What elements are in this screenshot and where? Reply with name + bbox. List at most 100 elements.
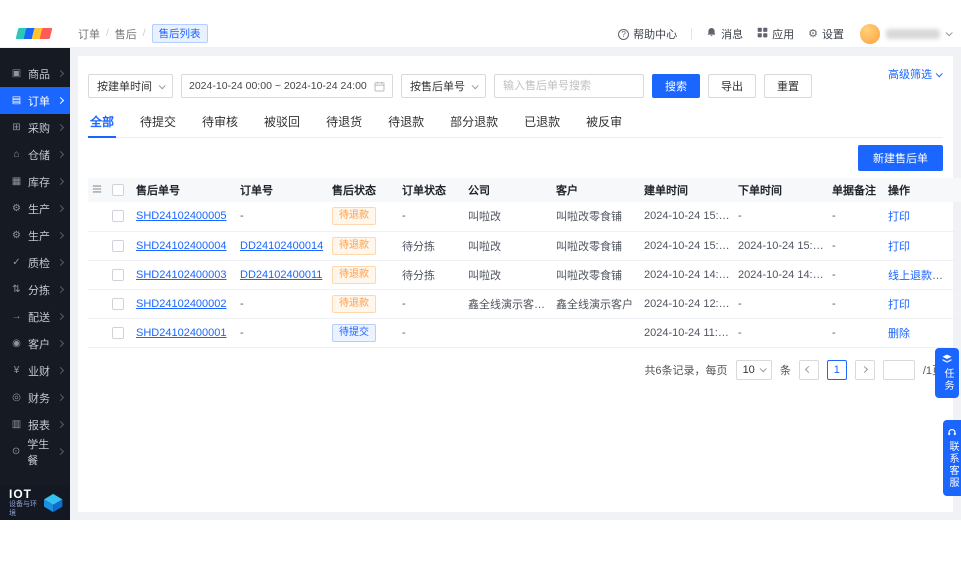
tab-待审核[interactable]: 待审核 bbox=[200, 108, 240, 137]
sidebar-item-财务[interactable]: ◎ 财务 bbox=[0, 384, 70, 411]
filter-bar: 按建单时间 2024-10-24 00:00 ~ 2024-10-24 24:0… bbox=[88, 56, 943, 98]
op-线上退款-link[interactable]: 线上退款 bbox=[888, 270, 932, 282]
order-number-link[interactable]: DD24102400014 bbox=[240, 240, 323, 252]
aftersale-number-link[interactable]: SHD24102400003 bbox=[136, 269, 227, 281]
iot-title: IOT bbox=[9, 487, 32, 501]
layers-icon bbox=[942, 354, 952, 363]
column-header-单据备注: 单据备注 bbox=[828, 178, 884, 202]
column-header-操作: 操作 bbox=[884, 178, 961, 202]
sidebar-item-订单[interactable]: ▤ 订单 bbox=[0, 87, 70, 114]
row-checkbox[interactable] bbox=[112, 210, 124, 223]
table-head: 售后单号 订单号 售后状态 订单状态 公司 客户 建单时间 下单时间 单据备注 操作 bbox=[88, 178, 961, 202]
export-button[interactable]: 导出 bbox=[708, 74, 756, 98]
aftersale-number-link[interactable]: SHD24102400005 bbox=[136, 210, 227, 222]
page-size-select[interactable]: 10 bbox=[735, 359, 772, 380]
table-row: SHD24102400004 DD24102400014 待退款 待分拣 叫啦改 叫啦改零… bbox=[88, 231, 961, 261]
customer-cell bbox=[552, 318, 640, 348]
op-打印-link[interactable]: 打印 bbox=[888, 211, 910, 223]
sidebar-item-客户[interactable]: ◉ 客户 bbox=[0, 330, 70, 357]
sidebar-item-质检[interactable]: ✓ 质检 bbox=[0, 249, 70, 276]
table-row: SHD24102400002- 待退款 - 鑫全线演示客户1 鑫全线演示客户 2024-1… bbox=[88, 289, 961, 319]
aftersale-number-link[interactable]: SHD24102400002 bbox=[136, 298, 227, 310]
customer-service-button[interactable]: 联系客服 bbox=[943, 420, 961, 496]
new-aftersale-button[interactable]: 新建售后单 bbox=[858, 145, 943, 171]
chevron-right-icon bbox=[56, 231, 65, 240]
tab-部分退款[interactable]: 部分退款 bbox=[448, 108, 500, 137]
produce2-icon: ⚙ bbox=[12, 230, 21, 241]
next-page-button[interactable] bbox=[854, 359, 875, 380]
help-icon: ? bbox=[618, 28, 630, 40]
prev-page-button[interactable] bbox=[798, 359, 819, 380]
column-header-公司: 公司 bbox=[464, 178, 552, 202]
delivery-icon: → bbox=[11, 311, 22, 322]
table-settings-icon[interactable] bbox=[92, 184, 102, 194]
number-field-select[interactable]: 按售后单号 bbox=[401, 74, 486, 98]
order-no-cell: DD24102400014 bbox=[236, 231, 328, 261]
order-time-cell: 2024-10-24 14:21 bbox=[734, 260, 828, 290]
date-range-input[interactable]: 2024-10-24 00:00 ~ 2024-10-24 24:00 bbox=[181, 74, 393, 98]
tab-被反审[interactable]: 被反审 bbox=[584, 108, 624, 137]
tab-待提交[interactable]: 待提交 bbox=[138, 108, 178, 137]
sidebar-item-学生餐[interactable]: ⊙ 学生餐 bbox=[0, 438, 70, 467]
gear-icon: ⚙ bbox=[808, 27, 818, 40]
report-icon: ▥ bbox=[11, 419, 22, 430]
aftersale-number-link[interactable]: SHD24102400004 bbox=[136, 240, 227, 252]
topbar-action-消息[interactable]: 消息 bbox=[706, 26, 743, 42]
op-删除-link[interactable]: 删除 bbox=[888, 328, 910, 340]
sidebar-item-配送[interactable]: → 配送 bbox=[0, 303, 70, 330]
sidebar-item-库存[interactable]: ▦ 库存 bbox=[0, 168, 70, 195]
op-打印-link[interactable]: 打印 bbox=[888, 241, 910, 253]
breadcrumb-item-2[interactable]: 售后 bbox=[115, 26, 137, 42]
row-checkbox[interactable] bbox=[112, 326, 124, 339]
sidebar-item-商品[interactable]: ▣ 商品 bbox=[0, 60, 70, 87]
actions-cell: 打印 bbox=[884, 289, 961, 319]
actions-cell: 打印 bbox=[884, 202, 961, 232]
time-field-select[interactable]: 按建单时间 bbox=[88, 74, 173, 98]
task-float-button[interactable]: 任务 bbox=[935, 348, 959, 398]
sidebar-item-仓储[interactable]: ⌂ 仓储 bbox=[0, 141, 70, 168]
aftersales-card: 高级筛选 按建单时间 2024-10-24 00:00 ~ 2024-10-24… bbox=[78, 56, 961, 512]
column-header-订单状态: 订单状态 bbox=[398, 178, 464, 202]
topbar-action-设置[interactable]: ⚙ 设置 bbox=[808, 26, 844, 42]
tab-待退款[interactable]: 待退款 bbox=[386, 108, 426, 137]
tab-已退款[interactable]: 已退款 bbox=[522, 108, 562, 137]
order-status-cell: - bbox=[398, 202, 464, 232]
sidebar-item-生产[interactable]: ⚙ 生产 bbox=[0, 222, 70, 249]
reset-button[interactable]: 重置 bbox=[764, 74, 812, 98]
sidebar-item-报表[interactable]: ▥ 报表 bbox=[0, 411, 70, 438]
sidebar-menu: ▣ 商品 ▤ 订单 ⊞ 采购 ⌂ 仓储 ▦ 库存 ⚙ 生产 ⚙ 生产 ✓ 质检 ⇅ 分拣 → 配送 ◉ 客户 ¥ 业财 ◎ 财务 ▥… bbox=[0, 48, 70, 486]
search-input[interactable] bbox=[494, 74, 644, 98]
sidebar-item-业财[interactable]: ¥ 业财 bbox=[0, 357, 70, 384]
user-menu[interactable] bbox=[860, 23, 953, 44]
aftersale-status-cell: 待退款 bbox=[328, 260, 398, 290]
column-header-售后单号: 售后单号 bbox=[132, 178, 236, 202]
status-tabs: 全部 待提交 待审核 被驳回 待退货 待退款 部分退款 已退款 被反审 bbox=[88, 108, 943, 138]
page-1-button[interactable]: 1 bbox=[826, 359, 847, 380]
sidebar-item-分拣[interactable]: ⇅ 分拣 bbox=[0, 276, 70, 303]
status-badge: 待退款 bbox=[332, 207, 376, 226]
topbar-actions: ? 帮助中心 消息 应用 ⚙ 设置 bbox=[618, 26, 844, 42]
app-logo[interactable] bbox=[0, 20, 70, 47]
sidebar-item-采购[interactable]: ⊞ 采购 bbox=[0, 114, 70, 141]
sidebar-item-生产[interactable]: ⚙ 生产 bbox=[0, 195, 70, 222]
breadcrumb-item-1[interactable]: 订单 bbox=[78, 26, 100, 42]
sidebar-footer[interactable]: IOT 设备与环境 bbox=[0, 486, 70, 520]
topbar-action-应用[interactable]: 应用 bbox=[757, 26, 794, 42]
unit-label: 条 bbox=[779, 364, 791, 377]
status-badge: 待退款 bbox=[332, 236, 376, 255]
search-button[interactable]: 搜索 bbox=[652, 74, 700, 98]
row-checkbox[interactable] bbox=[112, 297, 124, 310]
tab-被驳回[interactable]: 被驳回 bbox=[262, 108, 302, 137]
op-打印-link[interactable]: 打印 bbox=[888, 299, 910, 311]
topbar-action-帮助中心[interactable]: ? 帮助中心 bbox=[618, 26, 677, 42]
order-number-link[interactable]: DD24102400011 bbox=[240, 269, 322, 281]
advanced-filter-link[interactable]: 高级筛选 bbox=[888, 66, 943, 82]
page-jump-input[interactable] bbox=[882, 359, 915, 380]
column-header-下单时间: 下单时间 bbox=[734, 178, 828, 202]
row-checkbox[interactable] bbox=[112, 268, 124, 281]
select-all-checkbox[interactable] bbox=[112, 184, 124, 197]
tab-待退货[interactable]: 待退货 bbox=[324, 108, 364, 137]
aftersale-number-link[interactable]: SHD24102400001 bbox=[136, 327, 227, 339]
tab-全部[interactable]: 全部 bbox=[88, 108, 117, 138]
row-checkbox[interactable] bbox=[112, 239, 124, 252]
